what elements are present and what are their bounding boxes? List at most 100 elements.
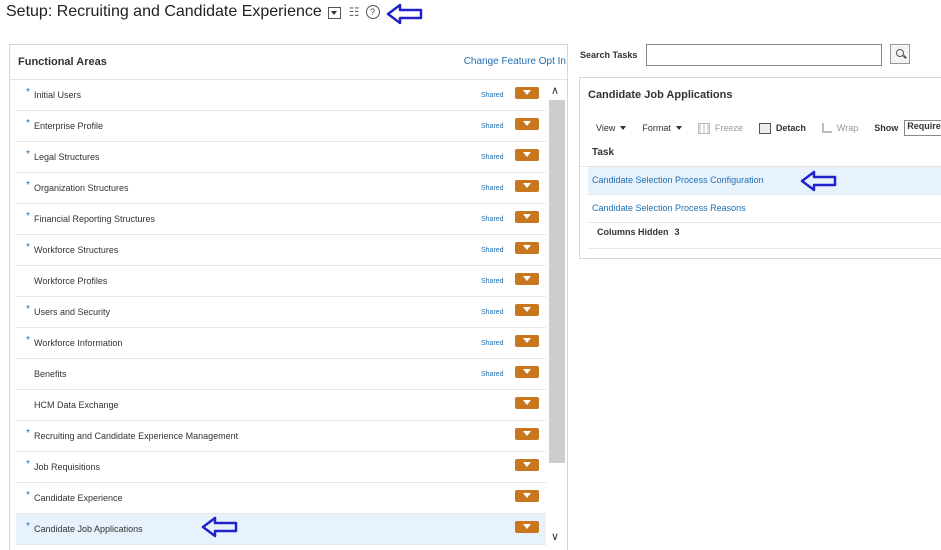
functional-area-label[interactable]: Users and Security: [34, 307, 110, 317]
row-dropdown-button[interactable]: [515, 428, 539, 440]
shared-link[interactable]: Shared: [481, 309, 504, 316]
list-item[interactable]: * Financial Reporting Structures Shared: [16, 204, 546, 235]
list-item[interactable]: Workforce Profiles Shared: [16, 266, 546, 297]
columns-hidden-count: 3: [674, 227, 680, 237]
functional-areas-scrollbar[interactable]: ∧ ∨: [547, 80, 566, 550]
row-dropdown-button[interactable]: [515, 459, 539, 471]
row-dropdown-button[interactable]: [515, 490, 539, 502]
detach-button[interactable]: Detach: [758, 122, 806, 134]
scroll-down-icon[interactable]: ∨: [551, 530, 559, 543]
row-dropdown-button[interactable]: [515, 397, 539, 409]
tasks-toolbar: View Format Freeze Detach Wrap Show Requi…: [596, 120, 941, 136]
list-item[interactable]: * Workforce Information Shared: [16, 328, 546, 359]
list-item[interactable]: * Candidate Experience: [16, 483, 546, 514]
row-dropdown-button[interactable]: [515, 149, 539, 161]
functional-area-label[interactable]: Organization Structures: [34, 183, 129, 193]
required-star: *: [26, 490, 30, 501]
search-tasks-input[interactable]: [646, 44, 882, 66]
row-dropdown-button[interactable]: [515, 118, 539, 130]
page-title: Setup: Recruiting and Candidate Experien…: [6, 3, 322, 20]
functional-area-label[interactable]: Recruiting and Candidate Experience Mana…: [34, 431, 238, 441]
functional-area-label[interactable]: Initial Users: [34, 90, 81, 100]
table-row[interactable]: Candidate Selection Process Reasons: [588, 195, 941, 223]
list-item[interactable]: * Job Requisitions: [16, 452, 546, 483]
functional-area-label[interactable]: Legal Structures: [34, 152, 100, 162]
list-item[interactable]: * Organization Structures Shared: [16, 173, 546, 204]
required-star: *: [26, 459, 30, 470]
show-select[interactable]: Required: [904, 120, 941, 136]
format-label: Format: [642, 123, 671, 133]
list-item[interactable]: * Enterprise Profile Shared: [16, 111, 546, 142]
shared-link[interactable]: Shared: [481, 154, 504, 161]
divider: [588, 248, 941, 249]
row-dropdown-button[interactable]: [515, 304, 539, 316]
task-list-icon[interactable]: ☷: [349, 5, 360, 19]
chevron-down-icon[interactable]: [327, 7, 341, 19]
columns-hidden: Columns Hidden 3: [597, 227, 680, 237]
shared-link[interactable]: Shared: [481, 340, 504, 347]
change-feature-opt-in-link[interactable]: Change Feature Opt In: [464, 56, 566, 67]
show-label: Show: [874, 123, 899, 133]
list-item[interactable]: Benefits Shared: [16, 359, 546, 390]
columns-hidden-label: Columns Hidden: [597, 227, 669, 237]
scrollbar-thumb[interactable]: [549, 100, 565, 463]
required-star: *: [26, 304, 30, 315]
row-dropdown-button[interactable]: [515, 242, 539, 254]
row-dropdown-button[interactable]: [515, 180, 539, 192]
shared-link[interactable]: Shared: [481, 123, 504, 130]
row-dropdown-button[interactable]: [515, 521, 539, 533]
annotation-arrow-title: [386, 3, 423, 25]
table-row[interactable]: Candidate Selection Process Configuratio…: [588, 167, 941, 195]
task-link[interactable]: Candidate Selection Process Configuratio…: [592, 175, 764, 185]
functional-area-label[interactable]: Workforce Structures: [34, 245, 118, 255]
functional-area-label[interactable]: Candidate Experience: [34, 493, 123, 503]
list-item[interactable]: HCM Data Exchange: [16, 390, 546, 421]
functional-area-label[interactable]: Workforce Profiles: [34, 276, 107, 286]
task-column-header[interactable]: Task: [580, 140, 941, 167]
functional-area-label[interactable]: Financial Reporting Structures: [34, 214, 155, 224]
list-item[interactable]: * Initial Users Shared: [16, 80, 546, 111]
row-dropdown-button[interactable]: [515, 87, 539, 99]
required-star: *: [26, 149, 30, 160]
row-dropdown-button[interactable]: [515, 335, 539, 347]
required-star: *: [26, 87, 30, 98]
shared-link[interactable]: Shared: [481, 247, 504, 254]
shared-link[interactable]: Shared: [481, 185, 504, 192]
functional-areas-header: Functional Areas Change Feature Opt In: [10, 45, 567, 80]
list-item[interactable]: * Recruiting and Candidate Experience Man…: [16, 421, 546, 452]
functional-area-label[interactable]: Enterprise Profile: [34, 121, 103, 131]
list-item[interactable]: * Candidate Job Applications: [16, 514, 546, 545]
task-column-label: Task: [592, 147, 615, 158]
view-menu[interactable]: View: [596, 123, 627, 133]
functional-area-label[interactable]: Candidate Job Applications: [34, 524, 143, 534]
functional-area-label[interactable]: Workforce Information: [34, 338, 122, 348]
title-bar: Setup: Recruiting and Candidate Experien…: [6, 0, 380, 24]
functional-area-label[interactable]: Benefits: [34, 369, 67, 379]
shared-link[interactable]: Shared: [481, 216, 504, 223]
format-menu[interactable]: Format: [642, 123, 682, 133]
shared-link[interactable]: Shared: [481, 371, 504, 378]
list-item[interactable]: * Users and Security Shared: [16, 297, 546, 328]
wrap-label: Wrap: [836, 123, 859, 133]
freeze-button[interactable]: Freeze: [697, 122, 743, 134]
annotation-arrow-selected-area: [201, 516, 238, 538]
annotation-arrow-task: [800, 170, 837, 192]
task-link[interactable]: Candidate Selection Process Reasons: [592, 203, 746, 213]
row-dropdown-button[interactable]: [515, 273, 539, 285]
help-icon[interactable]: ?: [365, 5, 380, 19]
functional-area-label[interactable]: HCM Data Exchange: [34, 400, 119, 410]
list-item[interactable]: * Workforce Structures Shared: [16, 235, 546, 266]
row-dropdown-button[interactable]: [515, 211, 539, 223]
required-star: *: [26, 242, 30, 253]
required-star: *: [26, 521, 30, 532]
shared-link[interactable]: Shared: [481, 92, 504, 99]
row-dropdown-button[interactable]: [515, 366, 539, 378]
search-icon[interactable]: [890, 44, 910, 64]
format-caret-icon: [675, 126, 682, 130]
list-item[interactable]: * Legal Structures Shared: [16, 142, 546, 173]
shared-link[interactable]: Shared: [481, 278, 504, 285]
wrap-button[interactable]: Wrap: [821, 123, 859, 133]
scroll-up-icon[interactable]: ∧: [551, 84, 559, 97]
required-star: *: [26, 118, 30, 129]
functional-area-label[interactable]: Job Requisitions: [34, 462, 100, 472]
